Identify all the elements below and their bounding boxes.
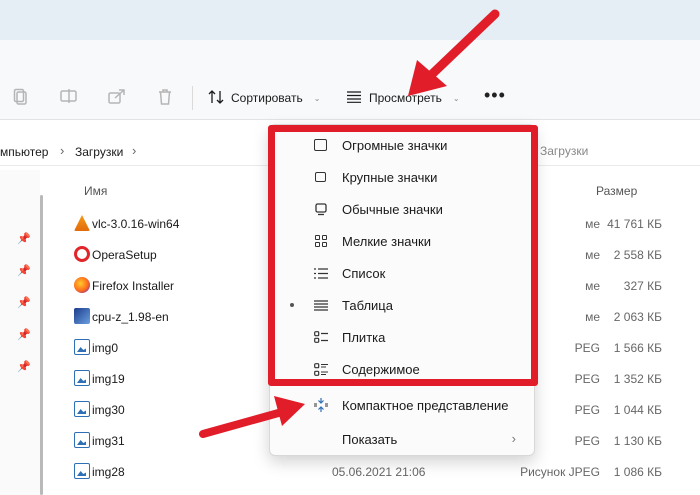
arrow-to-compact-view: [199, 396, 305, 438]
arrow-to-view-button: [408, 9, 500, 96]
annotation-arrows: [199, 9, 500, 438]
